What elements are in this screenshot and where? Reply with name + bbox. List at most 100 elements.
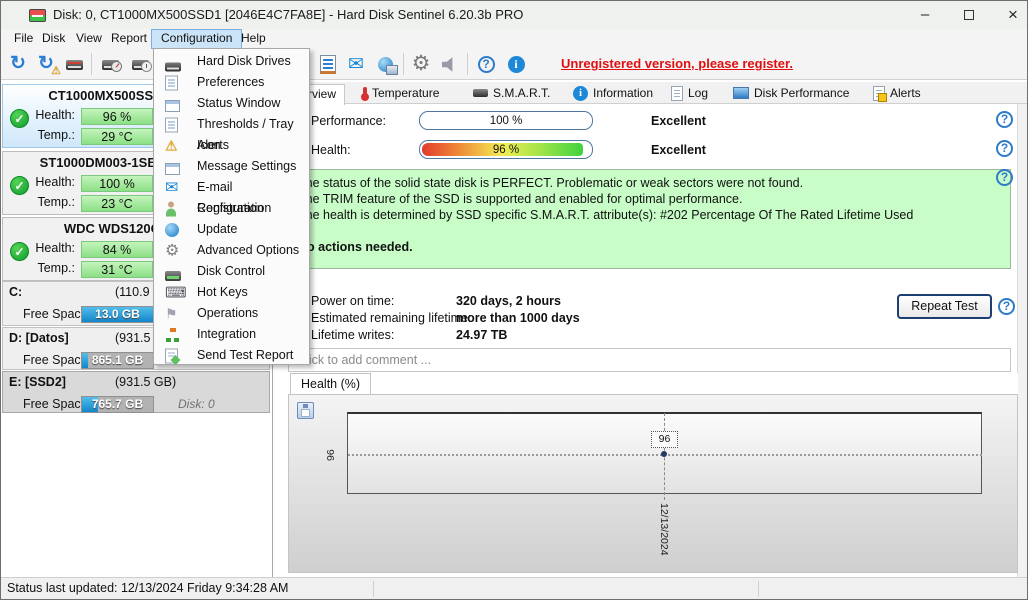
health-label: Health: xyxy=(35,108,75,122)
disk-test-button[interactable] xyxy=(97,52,123,77)
no-actions-line: No actions needed. xyxy=(298,240,413,254)
tab-alerts[interactable]: Alerts xyxy=(865,84,929,104)
disk-name: CT1000MX500SSD1 xyxy=(48,88,170,103)
remaining-lifetime-label: Estimated remaining lifetime: xyxy=(311,311,472,325)
menu-item-integration[interactable]: Integration xyxy=(156,324,307,345)
tab-log[interactable]: Log xyxy=(663,84,716,104)
health-chart-panel: Health (%) 96 96 12/13/2024 xyxy=(288,373,1018,573)
data-point-label: 96 xyxy=(651,431,678,448)
menu-configuration[interactable]: Configuration xyxy=(151,29,243,49)
status-bar: Status last updated: 12/13/2024 Friday 9… xyxy=(1,577,1027,599)
refresh-icon: ↻ xyxy=(10,53,26,74)
performance-rating: Excellent xyxy=(651,114,706,128)
network-globe-icon xyxy=(377,57,398,75)
report-button[interactable] xyxy=(315,52,341,77)
detect-disks-button[interactable] xyxy=(61,52,87,77)
network-button[interactable] xyxy=(372,52,398,77)
tab-temperature[interactable]: Temperature xyxy=(353,84,447,104)
main-tab-strip: Overview Temperature S.M.A.R.T. Informat… xyxy=(273,82,1027,105)
free-space-value: 865.1 GB xyxy=(91,353,144,367)
tab-information[interactable]: Information xyxy=(565,84,661,104)
status-help-button[interactable] xyxy=(996,169,1013,186)
window-icon xyxy=(165,99,180,112)
close-button[interactable]: × xyxy=(991,1,1027,29)
menu-item-status-window[interactable]: Status Window xyxy=(156,93,307,114)
free-space-bar: 765.7 GB xyxy=(81,396,154,413)
menu-item-advanced-options[interactable]: ⚙ Advanced Options xyxy=(156,240,307,261)
menu-report[interactable]: Report xyxy=(102,29,156,49)
reanalyse-button[interactable]: ↻ ⚠ xyxy=(33,52,61,77)
repeat-test-button[interactable]: Repeat Test xyxy=(897,294,992,319)
tab-disk-performance[interactable]: Disk Performance xyxy=(725,84,857,104)
unregistered-notice-link[interactable]: Unregistered version, please register. xyxy=(561,56,793,71)
flag-icon: ⚑ xyxy=(165,305,178,321)
disk-status-text-box: The status of the solid state disk is PE… xyxy=(288,169,1011,269)
question-circle-icon xyxy=(996,140,1013,157)
menu-item-label: Hot Keys xyxy=(197,285,248,299)
help-button[interactable] xyxy=(473,52,499,77)
menu-item-disk-control[interactable]: Disk Control xyxy=(156,261,307,282)
disk-icon xyxy=(101,60,122,72)
gear-icon: ⚙ xyxy=(411,52,431,75)
disk-control-icon xyxy=(165,270,181,281)
status-text: Status last updated: 12/13/2024 Friday 9… xyxy=(7,581,289,595)
save-chart-button[interactable] xyxy=(297,402,314,419)
vertical-scrollbar[interactable] xyxy=(1017,104,1027,577)
health-value: 96 % xyxy=(492,144,520,156)
menu-item-registration[interactable]: Registration xyxy=(156,198,307,219)
integration-nodes-icon xyxy=(165,327,180,342)
question-circle-icon xyxy=(996,111,1013,128)
preferences-list-icon xyxy=(165,75,178,90)
disk-schedule-button[interactable] xyxy=(127,52,153,77)
tab-label: Disk Performance xyxy=(754,86,850,100)
settings-button[interactable]: ⚙ xyxy=(408,52,434,77)
menu-item-email-configuration[interactable]: ✉ E-mail Configuration xyxy=(156,177,307,215)
menu-item-label: Advanced Options xyxy=(197,243,300,257)
performance-value: 100 % xyxy=(489,115,523,127)
toolbar-separator xyxy=(91,53,92,75)
minimize-button[interactable]: – xyxy=(903,1,947,29)
menu-item-send-test-report[interactable]: Send Test Report xyxy=(156,345,307,366)
gauge-overlay-icon xyxy=(110,61,122,72)
comment-input[interactable] xyxy=(288,348,1011,372)
menu-item-label: Hard Disk Drives xyxy=(197,54,291,68)
performance-help-button[interactable] xyxy=(996,111,1013,128)
free-space-value: 765.7 GB xyxy=(91,397,144,411)
about-button[interactable] xyxy=(503,52,529,77)
data-point-marker xyxy=(661,451,667,457)
partition-item-e[interactable]: E: [SSD2] (931.5 GB) Free Space 765.7 GB… xyxy=(2,371,270,413)
tray-settings-icon xyxy=(165,117,178,132)
menu-item-label: Message Settings xyxy=(197,159,297,173)
thermometer-icon xyxy=(361,86,369,101)
maximize-button[interactable] xyxy=(947,1,991,29)
hard-disk-icon xyxy=(165,62,181,71)
menu-item-thresholds-tray-icon[interactable]: Thresholds / Tray Icon xyxy=(156,114,307,152)
envelope-icon: ✉ xyxy=(348,54,364,75)
chart-tab-health[interactable]: Health (%) xyxy=(290,373,372,394)
warning-triangle-icon: ⚠ xyxy=(165,137,178,153)
menu-help[interactable]: Help xyxy=(232,29,275,49)
status-line: The health is determined by SSD specific… xyxy=(298,208,914,222)
menu-item-preferences[interactable]: Preferences xyxy=(156,72,307,93)
info-circle-icon xyxy=(573,85,588,101)
sound-button[interactable] xyxy=(437,52,463,77)
menu-item-label: Send Test Report xyxy=(197,348,294,362)
menu-item-hot-keys[interactable]: ⌨ Hot Keys xyxy=(156,282,307,303)
menu-item-update[interactable]: Update xyxy=(156,219,307,240)
menu-item-message-settings[interactable]: Message Settings xyxy=(156,156,307,177)
document-icon xyxy=(671,85,683,101)
menu-item-alerts[interactable]: ⚠ Alerts xyxy=(156,135,307,156)
free-space-value: 13.0 GB xyxy=(95,307,140,321)
tab-label: S.M.A.R.T. xyxy=(493,86,551,100)
menu-item-operations[interactable]: ⚑ Operations xyxy=(156,303,307,324)
temp-label: Temp.: xyxy=(37,128,75,142)
email-button[interactable]: ✉ xyxy=(343,52,369,77)
menu-item-hard-disk-drives[interactable]: Hard Disk Drives xyxy=(156,51,307,72)
repeat-test-help-button[interactable] xyxy=(998,298,1015,315)
refresh-button[interactable]: ↻ xyxy=(5,52,31,77)
tab-smart[interactable]: S.M.A.R.T. xyxy=(465,84,558,104)
tab-label: Alerts xyxy=(890,86,921,100)
health-value: 100 % xyxy=(81,175,153,192)
disk-icon xyxy=(131,60,152,72)
health-help-button[interactable] xyxy=(996,140,1013,157)
